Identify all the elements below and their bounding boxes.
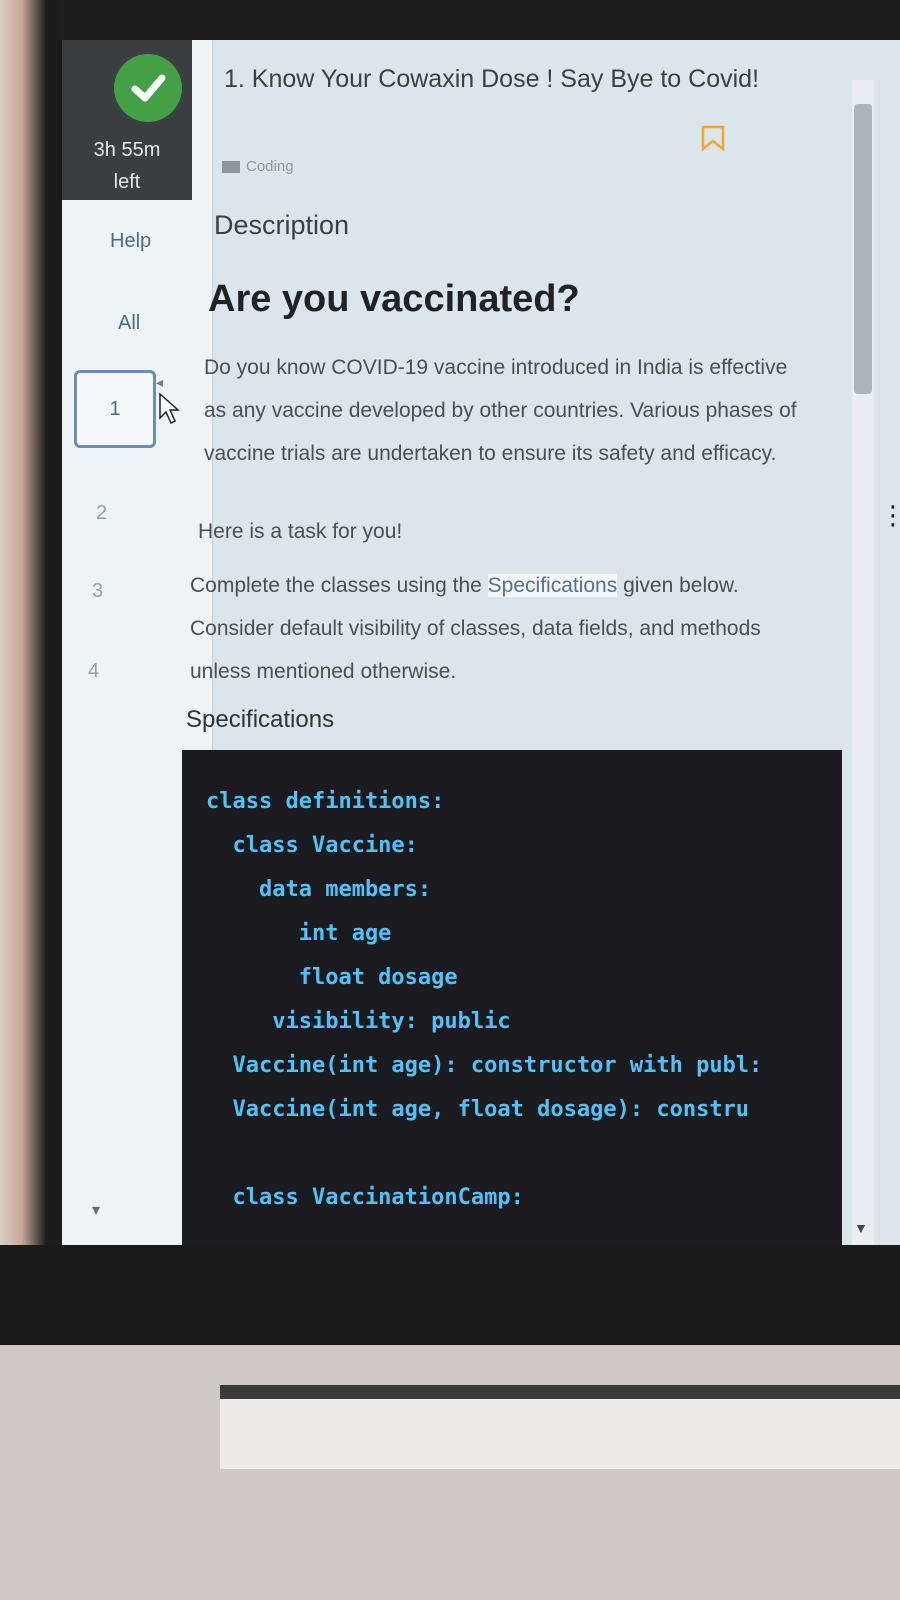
question-button-4[interactable]: 4 (88, 660, 99, 683)
laptop-base (0, 1345, 900, 1600)
code-text: class definitions: class Vaccine: data m… (206, 789, 763, 1210)
tab-description[interactable]: Description (214, 210, 349, 241)
screen: 3h 55m left Help All 1 ◂ 2 3 4 ▾ 1. Know… (62, 40, 900, 1245)
bookmark-icon[interactable] (700, 124, 726, 152)
instructions-paragraph: Complete the classes using the Specifica… (190, 564, 815, 693)
collapse-arrow-icon[interactable]: ◂ (156, 374, 163, 391)
task-intro: Here is a task for you! (198, 520, 403, 543)
specifications-highlight: Specifications (487, 574, 618, 597)
description-paragraph: Do you know COVID-19 vaccine introduced … (204, 356, 797, 465)
timer: 3h 55m left (62, 134, 192, 198)
checkmark-icon (114, 54, 182, 122)
more-options-icon[interactable]: ⋮ (880, 502, 900, 528)
rail-scroll-down-icon[interactable]: ▾ (92, 1200, 100, 1220)
background-edge (0, 0, 62, 1250)
filter-all[interactable]: All (118, 312, 140, 335)
scrollbar-thumb[interactable] (854, 104, 872, 394)
scroll-down-arrow-icon[interactable]: ▼ (854, 1220, 868, 1236)
help-link[interactable]: Help (110, 230, 151, 253)
tag-label: Coding (246, 158, 294, 175)
mouse-cursor-icon (159, 392, 180, 425)
status-panel: 3h 55m left (62, 40, 192, 200)
problem-heading: Are you vaccinated? (208, 278, 580, 320)
code-block: class definitions: class Vaccine: data m… (182, 750, 842, 1245)
laptop-keyboard-edge (220, 1385, 900, 1469)
timer-value: 3h 55m (93, 139, 161, 161)
question-button-1[interactable]: 1 (74, 370, 156, 448)
question-content: 1. Know Your Cowaxin Dose ! Say Bye to C… (182, 40, 852, 1245)
tag-icon (222, 160, 240, 173)
laptop-bezel (0, 0, 900, 40)
question-tag: Coding (222, 158, 294, 175)
question-button-2[interactable]: 2 (96, 502, 107, 525)
question-button-3[interactable]: 3 (92, 580, 103, 603)
timer-suffix: left (113, 171, 141, 193)
question-title: 1. Know Your Cowaxin Dose ! Say Bye to C… (224, 65, 760, 93)
instructions-prefix: Complete the classes using the (190, 574, 488, 597)
specifications-label: Specifications (186, 706, 335, 733)
